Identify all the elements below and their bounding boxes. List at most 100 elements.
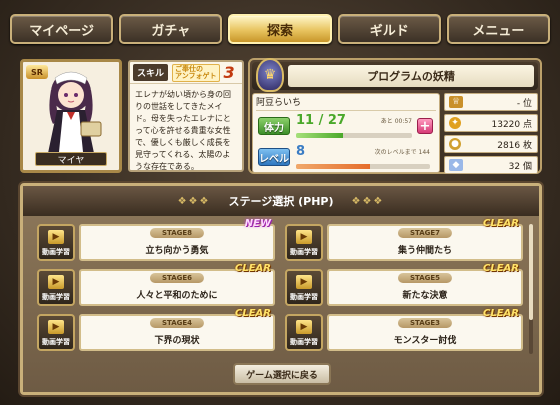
ornament-left-icon: ❖❖❖ (177, 195, 211, 207)
stage-card[interactable]: STAGE4 下界の現状 CLEAR (79, 308, 275, 351)
stage-card[interactable]: STAGE6 人々と平和のために CLEAR (79, 263, 275, 306)
stamina-row: 体力 11 / 27 あと 00:57 + (256, 111, 436, 142)
top-nav: マイページ ガチャ 探索 ギルド メニュー (10, 12, 551, 46)
stamina-plus-button[interactable]: + (417, 118, 433, 134)
stage-item: ▶ 動画学習 STAGE5 新たな決意 CLEAR (285, 263, 523, 306)
game-screen: マイページ ガチャ 探索 ギルド メニュー SR マイヤ スキル ご奉仕の アン… (0, 0, 560, 405)
level-next: 次のレベルまで 144 (374, 149, 430, 156)
stage-item: ▶ 動画学習 STAGE6 人々と平和のために CLEAR (37, 263, 275, 306)
points-value: 13220 点 (491, 119, 533, 130)
character-name: マイヤ (35, 152, 107, 166)
stage-id: STAGE3 (397, 318, 453, 328)
stage-status-badge: CLEAR (483, 308, 519, 319)
crown-icon: ♛ (256, 58, 284, 92)
play-icon: ▶ (296, 320, 312, 334)
stage-header: ❖❖❖ ステージ選択 (PHP) ❖❖❖ (23, 186, 539, 216)
video-study-label: 動画学習 (42, 293, 70, 301)
stage-status-badge: CLEAR (483, 218, 519, 229)
resources: ♕ - 位 ✦ 13220 点 ● 2816 枚 ◆ 32 個 (444, 93, 538, 174)
stage-id: STAGE6 (149, 273, 205, 283)
video-study-button[interactable]: ▶ 動画学習 (37, 314, 75, 351)
video-study-button[interactable]: ▶ 動画学習 (285, 269, 323, 306)
stage-status-badge: CLEAR (235, 263, 271, 274)
level-bar (296, 164, 430, 169)
play-icon: ▶ (48, 320, 64, 334)
stage-status-badge: CLEAR (483, 263, 519, 274)
level-row: レベル 8 次のレベルまで 144 (256, 142, 436, 173)
stamina-recover-timer: あと 00:57 (380, 118, 412, 125)
skill-header: スキル ご奉仕の アンフォゲト 3 (130, 62, 242, 84)
gem-icon: ◆ (449, 159, 463, 171)
tab-gacha[interactable]: ガチャ (119, 14, 223, 44)
stage-id: STAGE4 (149, 318, 205, 328)
stage-name: 集う仲間たち (397, 246, 452, 256)
tab-guild[interactable]: ギルド (337, 14, 441, 44)
character-portrait[interactable]: SR マイヤ (20, 59, 122, 173)
coin-icon: ● (449, 138, 461, 150)
profile-section: SR マイヤ スキル ご奉仕の アンフォゲト 3 エレナが幼い頃から身の回りの世… (20, 56, 542, 174)
stage-name: 人々と平和のために (136, 291, 218, 301)
stage-name: 新たな決意 (402, 291, 448, 301)
points-row: ✦ 13220 点 (444, 114, 538, 132)
video-study-label: 動画学習 (42, 248, 70, 256)
status-body: 阿豆らいち 体力 11 / 27 あと 00:57 + レベル 8 次のレベルま… (252, 93, 538, 174)
stage-card[interactable]: STAGE8 立ち向かう勇気 NEW (79, 218, 275, 261)
skill-description: エレナが幼い頃から身の回りの世話をしてきたメイド。母を失ったエレナにとって心を許… (135, 90, 231, 171)
rank-row: ♕ - 位 (444, 93, 538, 111)
back-to-game-select-button[interactable]: ゲーム選択に戻る (233, 363, 331, 385)
level-bar-fill (296, 164, 370, 169)
video-study-button[interactable]: ▶ 動画学習 (37, 224, 75, 261)
video-study-label: 動画学習 (290, 293, 318, 301)
status-header: ♛ プログラムの妖精 (252, 58, 538, 92)
ornament-right-icon: ❖❖❖ (351, 195, 385, 207)
play-icon: ▶ (296, 275, 312, 289)
stage-list-area: ▶ 動画学習 STAGE8 立ち向かう勇気 NEW ▶ 動画学習 STAGE7 集う仲間たち CL… (23, 216, 539, 392)
rank-value: - 位 (516, 98, 532, 109)
tab-mypage[interactable]: マイページ (10, 14, 114, 44)
scrollbar-thumb[interactable] (529, 224, 533, 320)
coins-row: ● 2816 枚 (444, 135, 538, 153)
stage-name: 下界の現状 (154, 336, 200, 346)
video-study-button[interactable]: ▶ 動画学習 (285, 224, 323, 261)
stage-grid: ▶ 動画学習 STAGE8 立ち向かう勇気 NEW ▶ 動画学習 STAGE7 集う仲間たち CL… (37, 218, 523, 351)
stamina-value: 11 / 27 (296, 113, 346, 128)
stage-status-badge: CLEAR (235, 308, 271, 319)
video-study-button[interactable]: ▶ 動画学習 (37, 269, 75, 306)
video-study-label: 動画学習 (290, 248, 318, 256)
points-icon: ✦ (449, 117, 461, 129)
rank-icon: ♕ (449, 96, 463, 108)
stage-name: 立ち向かう勇気 (145, 246, 209, 256)
play-icon: ▶ (48, 230, 64, 244)
player-stats: 阿豆らいち 体力 11 / 27 あと 00:57 + レベル 8 次のレベルま… (252, 93, 440, 173)
tab-explore[interactable]: 探索 (228, 14, 332, 44)
stage-card[interactable]: STAGE5 新たな決意 CLEAR (327, 263, 523, 306)
coins-value: 2816 枚 (497, 140, 532, 151)
stage-status-badge: NEW (244, 218, 271, 229)
stage-item: ▶ 動画学習 STAGE7 集う仲間たち CLEAR (285, 218, 523, 261)
player-title: プログラムの妖精 (288, 65, 534, 87)
stage-card[interactable]: STAGE3 モンスター討伐 CLEAR (327, 308, 523, 351)
status-panel: ♛ プログラムの妖精 阿豆らいち 体力 11 / 27 あと 00:57 + レ… (248, 58, 542, 174)
video-study-label: 動画学習 (42, 338, 70, 346)
play-icon: ▶ (48, 275, 64, 289)
rarity-badge: SR (26, 65, 48, 79)
play-icon: ▶ (296, 230, 312, 244)
level-label: レベル (258, 148, 290, 166)
skill-label: スキル (133, 64, 169, 81)
stage-scrollbar[interactable] (529, 224, 533, 354)
username: 阿豆らいち (256, 96, 436, 111)
gems-value: 32 個 (508, 161, 532, 172)
stamina-bar (296, 133, 412, 138)
tab-menu[interactable]: メニュー (446, 14, 551, 44)
stamina-label: 体力 (258, 117, 290, 135)
stage-name: モンスター討伐 (393, 336, 457, 346)
stage-select-panel: ❖❖❖ ステージ選択 (PHP) ❖❖❖ ▶ 動画学習 STAGE8 立ち向かう勇気 N… (20, 183, 542, 395)
stamina-bar-fill (296, 133, 344, 138)
level-value: 8 (296, 144, 306, 159)
stage-item: ▶ 動画学習 STAGE8 立ち向かう勇気 NEW (37, 218, 275, 261)
stage-id: STAGE5 (397, 273, 453, 283)
stage-card[interactable]: STAGE7 集う仲間たち CLEAR (327, 218, 523, 261)
stage-item: ▶ 動画学習 STAGE3 モンスター討伐 CLEAR (285, 308, 523, 351)
video-study-button[interactable]: ▶ 動画学習 (285, 314, 323, 351)
skill-name: ご奉仕の アンフォゲト (172, 63, 220, 82)
